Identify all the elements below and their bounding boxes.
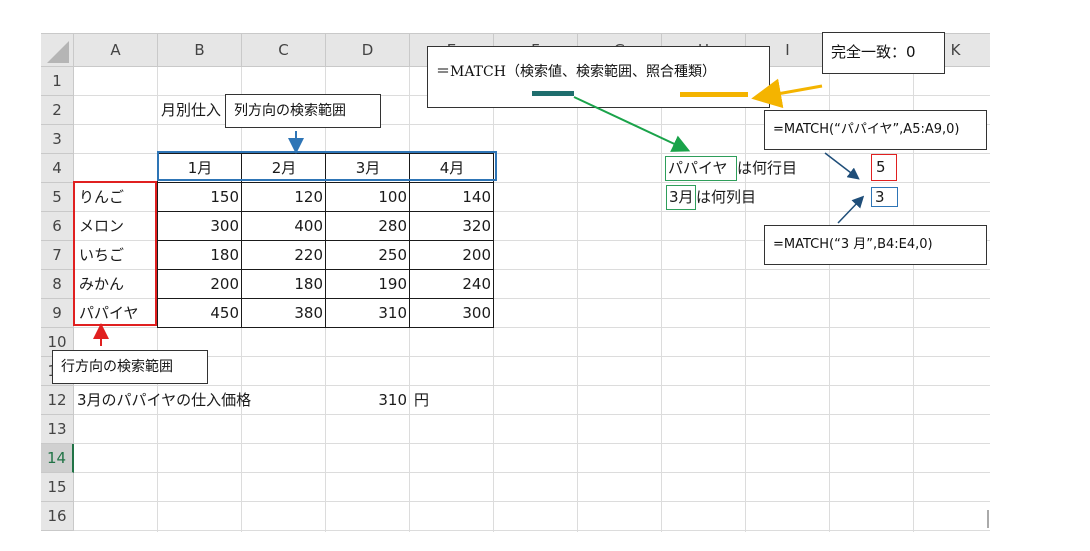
- annotation-arrows: [93, 78, 989, 528]
- pointer-arrow-icon: [751, 78, 823, 109]
- pointer-arrow-icon: [824, 152, 860, 180]
- pointer-arrow-icon: [573, 96, 691, 152]
- pointer-arrow-icon: [837, 195, 865, 224]
